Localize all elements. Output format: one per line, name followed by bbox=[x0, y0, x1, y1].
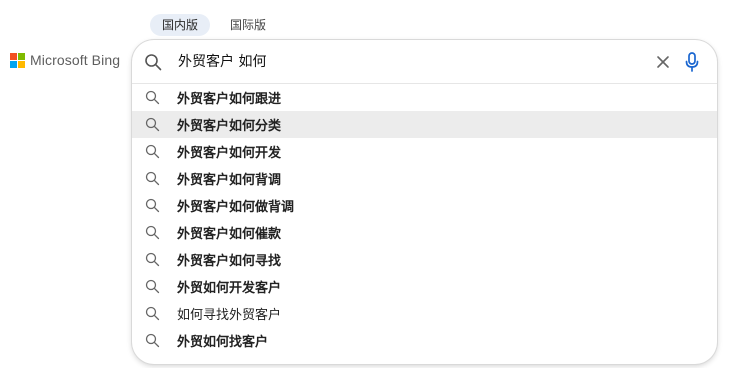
search-icon bbox=[145, 333, 160, 348]
logo-square-green bbox=[18, 52, 25, 60]
suggestion-label: 外贸客户如何跟进 bbox=[177, 92, 282, 107]
search-icon bbox=[145, 144, 160, 159]
bing-logo[interactable]: Microsoft Bing bbox=[10, 52, 120, 68]
suggestion-label: 如何寻找外贸客户 bbox=[177, 308, 282, 323]
suggestion-label: 外贸客户如何开发 bbox=[177, 146, 282, 161]
search-icon bbox=[145, 117, 160, 132]
suggestion-label: 外贸客户如何分类 bbox=[177, 119, 282, 134]
suggestion-label: 外贸客户如何寻找 bbox=[177, 254, 282, 269]
logo-text: Microsoft Bing bbox=[30, 52, 121, 68]
suggestion-item[interactable]: 外贸客户如何开发 bbox=[132, 138, 717, 165]
suggestion-item[interactable]: 外贸如何开发客户 bbox=[132, 273, 717, 300]
tab-international[interactable]: 国际版 bbox=[218, 14, 278, 36]
search-input-row: 外贸客户 如何 bbox=[132, 40, 717, 84]
search-icon bbox=[145, 171, 160, 186]
microsoft-logo-icon bbox=[10, 52, 25, 68]
tab-domestic[interactable]: 国内版 bbox=[150, 14, 211, 36]
search-input[interactable]: 外贸客户 如何 bbox=[178, 51, 266, 73]
suggestion-item[interactable]: 外贸客户如何做背调 bbox=[132, 192, 717, 219]
search-icon bbox=[145, 279, 160, 294]
region-tabs: 国内版 国际版 bbox=[150, 14, 278, 36]
bing-search-page: 国内版 国际版 Microsoft Bing 外贸客户 如何 外贸客户如何跟进 … bbox=[0, 0, 751, 368]
suggestion-item[interactable]: 外贸客户如何背调 bbox=[132, 165, 717, 192]
logo-square-red bbox=[10, 52, 17, 60]
search-icon[interactable] bbox=[144, 53, 162, 71]
search-icon bbox=[145, 225, 160, 240]
suggestion-list: 外贸客户如何跟进 外贸客户如何分类 外贸客户如何开发 外贸客户如何背调 外贸客户… bbox=[132, 84, 717, 354]
suggestion-item[interactable]: 如何寻找外贸客户 bbox=[132, 300, 717, 327]
microphone-icon[interactable] bbox=[684, 51, 700, 73]
search-icon bbox=[145, 252, 160, 267]
search-box: 外贸客户 如何 外贸客户如何跟进 外贸客户如何分类 外贸客户如何开发 外贸客户如… bbox=[132, 40, 717, 364]
suggestion-item[interactable]: 外贸客户如何寻找 bbox=[132, 246, 717, 273]
suggestion-label: 外贸客户如何催款 bbox=[177, 227, 282, 242]
suggestion-label: 外贸如何开发客户 bbox=[177, 281, 282, 296]
logo-square-blue bbox=[10, 60, 17, 68]
suggestion-label: 外贸客户如何背调 bbox=[177, 173, 282, 188]
search-icon bbox=[145, 198, 160, 213]
suggestion-item[interactable]: 外贸客户如何分类 bbox=[132, 111, 717, 138]
suggestion-label: 外贸如何找客户 bbox=[177, 335, 269, 350]
suggestion-item[interactable]: 外贸客户如何跟进 bbox=[132, 84, 717, 111]
logo-square-yellow bbox=[18, 60, 25, 68]
clear-icon[interactable] bbox=[655, 54, 671, 70]
suggestion-item[interactable]: 外贸客户如何催款 bbox=[132, 219, 717, 246]
search-icon bbox=[145, 90, 160, 105]
suggestion-item[interactable]: 外贸如何找客户 bbox=[132, 327, 717, 354]
suggestion-label: 外贸客户如何做背调 bbox=[177, 200, 295, 215]
search-icon bbox=[145, 306, 160, 321]
